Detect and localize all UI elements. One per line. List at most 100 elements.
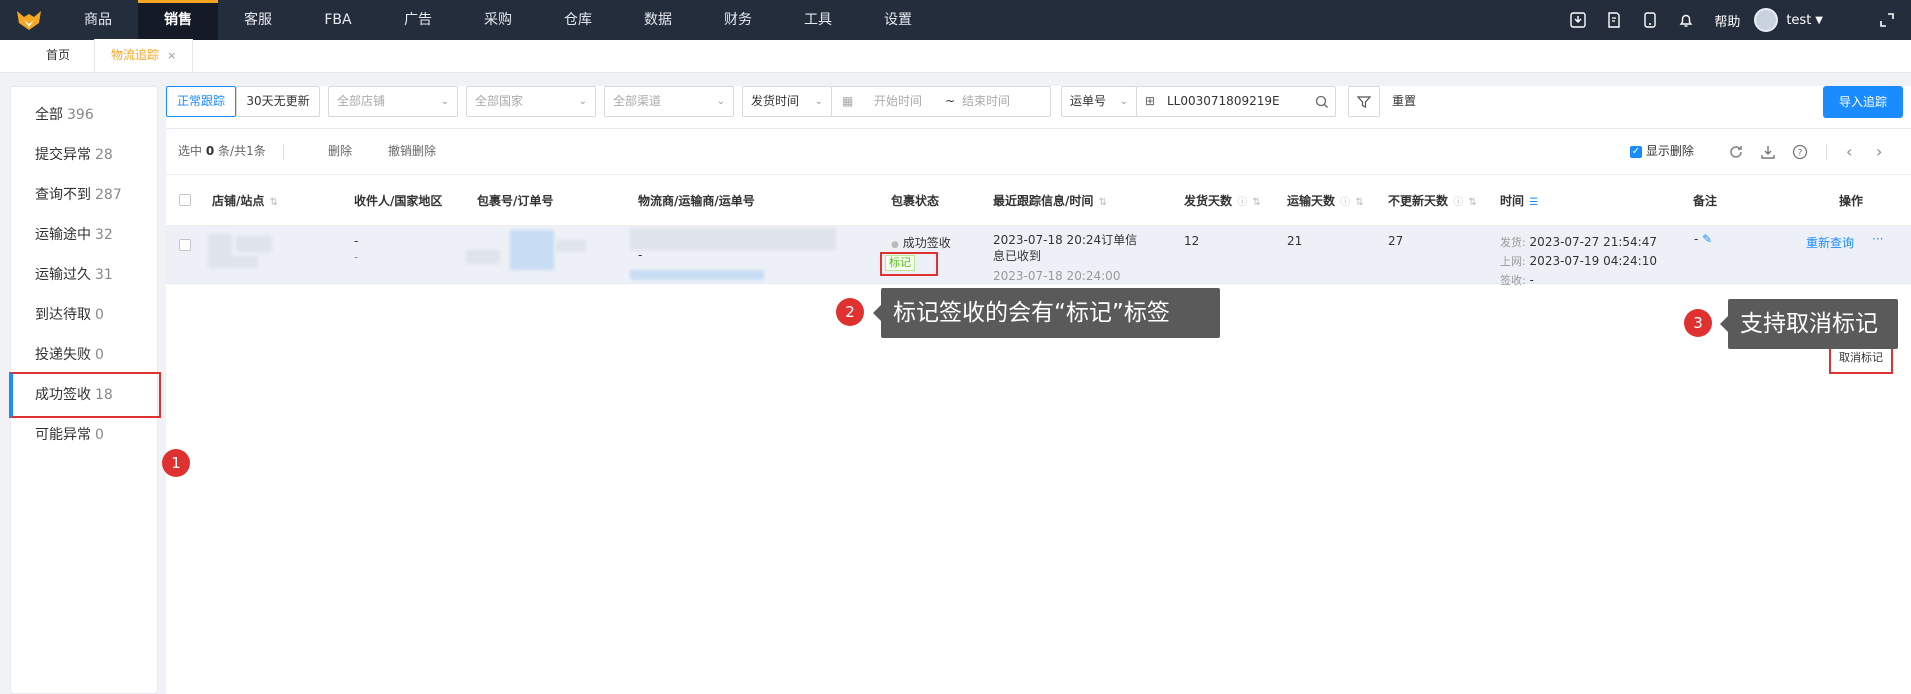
time-type-select[interactable]: 发货时间 ⌄ <box>742 86 832 117</box>
main-menu: 商品 销售 客服 FBA 广告 采购 仓库 数据 财务 工具 设置 <box>58 0 938 40</box>
column-header: 物流商/运输商/运单号 <box>638 175 755 227</box>
tab-logistics-tracking[interactable]: 物流追踪 × <box>94 39 194 72</box>
column-header[interactable]: 运输天数 ⓘ ⇅ <box>1287 175 1364 227</box>
export-icon[interactable] <box>1760 129 1776 174</box>
mobile-icon[interactable] <box>1632 0 1668 40</box>
tab-normal-tracking[interactable]: 正常跟踪 <box>166 86 236 117</box>
chevron-down-icon[interactable]: ▼ <box>1815 15 1823 26</box>
fox-logo-icon[interactable] <box>0 0 58 40</box>
next-page-icon[interactable]: › <box>1876 129 1882 174</box>
search-type-select[interactable]: 运单号 ⌄ <box>1061 86 1137 117</box>
user-name[interactable]: test <box>1786 13 1811 28</box>
store-name-redacted <box>236 236 272 252</box>
status-label: 查询不到 <box>35 187 91 203</box>
tab-home[interactable]: 首页 <box>0 39 94 72</box>
callout-badge-2: 2 <box>836 298 864 326</box>
sort-list-icon[interactable]: ☰ <box>1526 197 1538 208</box>
column-header: 备注 <box>1693 175 1717 227</box>
status-filter-item[interactable]: 运输途中 32 <box>11 214 159 256</box>
nav-item[interactable]: 数据 <box>618 0 698 40</box>
sort-icon[interactable]: ⇅ <box>266 197 278 208</box>
fullscreen-icon[interactable] <box>1863 0 1911 40</box>
column-label: 收件人/国家地区 <box>354 194 443 208</box>
nav-item[interactable]: 设置 <box>858 0 938 40</box>
tracking-number-redacted[interactable] <box>630 270 764 280</box>
nav-item[interactable]: 财务 <box>698 0 778 40</box>
end-date-input[interactable]: 结束时间 <box>962 87 1010 116</box>
edit-icon[interactable]: ✎ <box>1702 232 1712 246</box>
show-deleted-checkbox[interactable]: ✓ 显示删除 <box>1630 129 1694 174</box>
date-range-picker[interactable]: ▦ 开始时间 ~ 结束时间 <box>831 86 1051 117</box>
status-filter-item[interactable]: 投递失败 0 <box>11 334 159 376</box>
select-all-checkbox[interactable] <box>179 194 191 206</box>
svg-text:?: ? <box>1798 148 1803 158</box>
store-select[interactable]: 全部店铺 ⌄ <box>328 86 458 117</box>
tab-no-update-30-days[interactable]: 30天无更新 <box>236 86 320 117</box>
nav-item[interactable]: 工具 <box>778 0 858 40</box>
help-icon[interactable]: ⓘ <box>1234 197 1247 208</box>
status-count: 28 <box>95 147 113 163</box>
no-update-days: 27 <box>1388 234 1404 248</box>
undo-delete-button[interactable]: 撤销删除 <box>388 129 436 174</box>
order-number-redacted[interactable] <box>510 230 554 270</box>
help-icon[interactable]: ⓘ <box>1337 197 1350 208</box>
sort-icon[interactable]: ⇅ <box>1249 197 1260 208</box>
row-checkbox[interactable] <box>179 239 191 251</box>
country-select[interactable]: 全部国家 ⌄ <box>466 86 596 117</box>
column-label: 操作 <box>1839 194 1864 208</box>
nav-item[interactable]: 广告 <box>378 0 458 40</box>
nav-item[interactable]: 销售 <box>138 0 218 40</box>
requery-button[interactable]: 重新查询 <box>1806 234 1854 251</box>
bell-icon[interactable] <box>1668 0 1704 40</box>
order-number-redacted <box>556 240 586 252</box>
status-filter-item[interactable]: 到达待取 0 <box>11 294 159 336</box>
column-header[interactable]: 最近跟踪信息/时间 ⇅ <box>993 175 1107 227</box>
delete-button[interactable]: 删除 <box>328 129 352 174</box>
column-header[interactable]: 发货天数 ⓘ ⇅ <box>1184 175 1261 227</box>
column-header[interactable]: 店铺/站点 ⇅ <box>212 175 278 227</box>
help-link[interactable]: 帮助 <box>1714 11 1740 30</box>
status-filter-item[interactable]: 成功签收 18 <box>9 372 161 418</box>
channel-select[interactable]: 全部渠道 ⌄ <box>604 86 734 117</box>
prev-page-icon[interactable]: ‹ <box>1846 129 1852 174</box>
start-date-input[interactable]: 开始时间 <box>874 87 922 116</box>
table-row[interactable]: - - - ● 成功签收 标记 2023-07-18 20:24订单信息已收到 … <box>166 226 1911 287</box>
more-actions-icon[interactable]: ··· <box>1872 232 1883 246</box>
nav-item[interactable]: 仓库 <box>538 0 618 40</box>
status-count: 32 <box>95 227 113 243</box>
nav-item[interactable]: 商品 <box>58 0 138 40</box>
column-header[interactable]: 不更新天数 ⓘ ⇅ <box>1388 175 1477 227</box>
search-icon[interactable] <box>1315 87 1329 116</box>
tracking-number-input[interactable]: ⊞ LL003071809219E <box>1136 86 1336 117</box>
sort-icon[interactable]: ⇅ <box>1352 197 1363 208</box>
document-add-icon[interactable] <box>1596 0 1632 40</box>
nav-item[interactable]: 客服 <box>218 0 298 40</box>
track-info: 2023-07-18 20:24订单信息已收到 <box>993 233 1138 263</box>
sort-icon[interactable]: ⇅ <box>1465 197 1476 208</box>
status-filter-item[interactable]: 提交异常 28 <box>11 134 159 176</box>
sort-icon[interactable]: ⇅ <box>1095 197 1107 208</box>
help-icon[interactable]: ⓘ <box>1450 197 1463 208</box>
tracking-table: 选中 0 条/共1条 删除 撤销删除 ✓ 显示删除 ? ‹ › 店铺/站点 ⇅ 收… <box>166 128 1911 694</box>
status-label: 到达待取 <box>35 307 91 323</box>
status-filter-item[interactable]: 查询不到 287 <box>11 174 159 216</box>
nav-item[interactable]: FBA <box>298 0 378 40</box>
nav-item[interactable]: 采购 <box>458 0 538 40</box>
download-icon[interactable] <box>1560 0 1596 40</box>
selection-summary: 选中 0 条/共1条 <box>178 144 266 158</box>
callout-text-3: 支持取消标记 <box>1720 299 1898 349</box>
status-filter-item[interactable]: 全部 396 <box>11 94 159 136</box>
status-filter-item[interactable]: 运输过久 31 <box>11 254 159 296</box>
help-icon[interactable]: ? <box>1792 129 1808 174</box>
refresh-icon[interactable] <box>1728 129 1744 174</box>
close-icon[interactable]: × <box>167 49 176 62</box>
column-label: 时间 <box>1500 194 1525 208</box>
chevron-down-icon: ⌄ <box>440 96 449 107</box>
reset-button[interactable]: 重置 <box>1392 86 1416 117</box>
transit-days: 21 <box>1287 234 1303 248</box>
avatar[interactable] <box>1754 8 1779 32</box>
status-filter-item[interactable]: 可能异常 0 <box>11 414 159 456</box>
import-tracking-button[interactable]: 导入追踪 <box>1823 86 1903 118</box>
remark: - ✎ <box>1694 232 1713 246</box>
advanced-filter-icon[interactable] <box>1348 86 1380 117</box>
